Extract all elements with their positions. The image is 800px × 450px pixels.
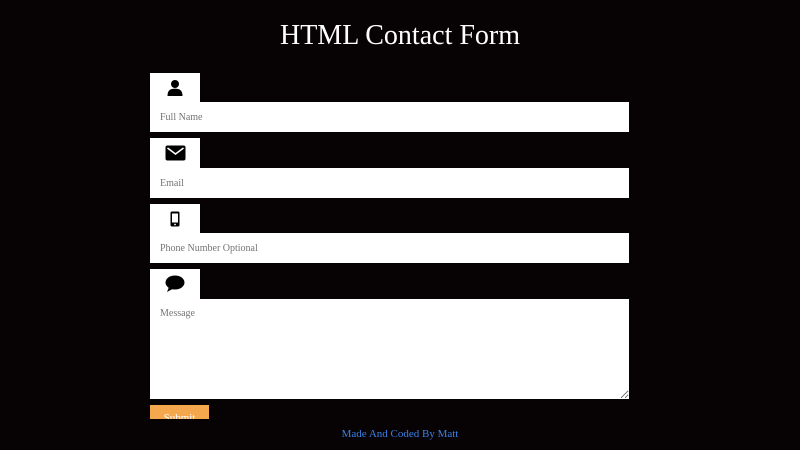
footer-credit: Made And Coded By Matt — [341, 428, 459, 440]
phone-icon-tab — [150, 204, 200, 234]
submit-button[interactable]: Submit — [150, 405, 209, 419]
full-name-icon-tab — [150, 73, 200, 103]
full-name-input[interactable] — [150, 102, 629, 132]
envelope-icon — [165, 145, 185, 161]
email-input[interactable] — [150, 168, 629, 198]
user-icon — [167, 80, 183, 96]
email-icon-tab — [150, 138, 200, 168]
message-textarea[interactable] — [150, 299, 629, 399]
page-title: HTML Contact Form — [279, 20, 521, 51]
contact-form: Submit — [150, 73, 629, 419]
message-icon-tab — [150, 269, 200, 299]
phone-input[interactable] — [150, 233, 629, 263]
speech-bubble-icon — [165, 275, 185, 292]
mobile-phone-icon — [170, 211, 180, 227]
